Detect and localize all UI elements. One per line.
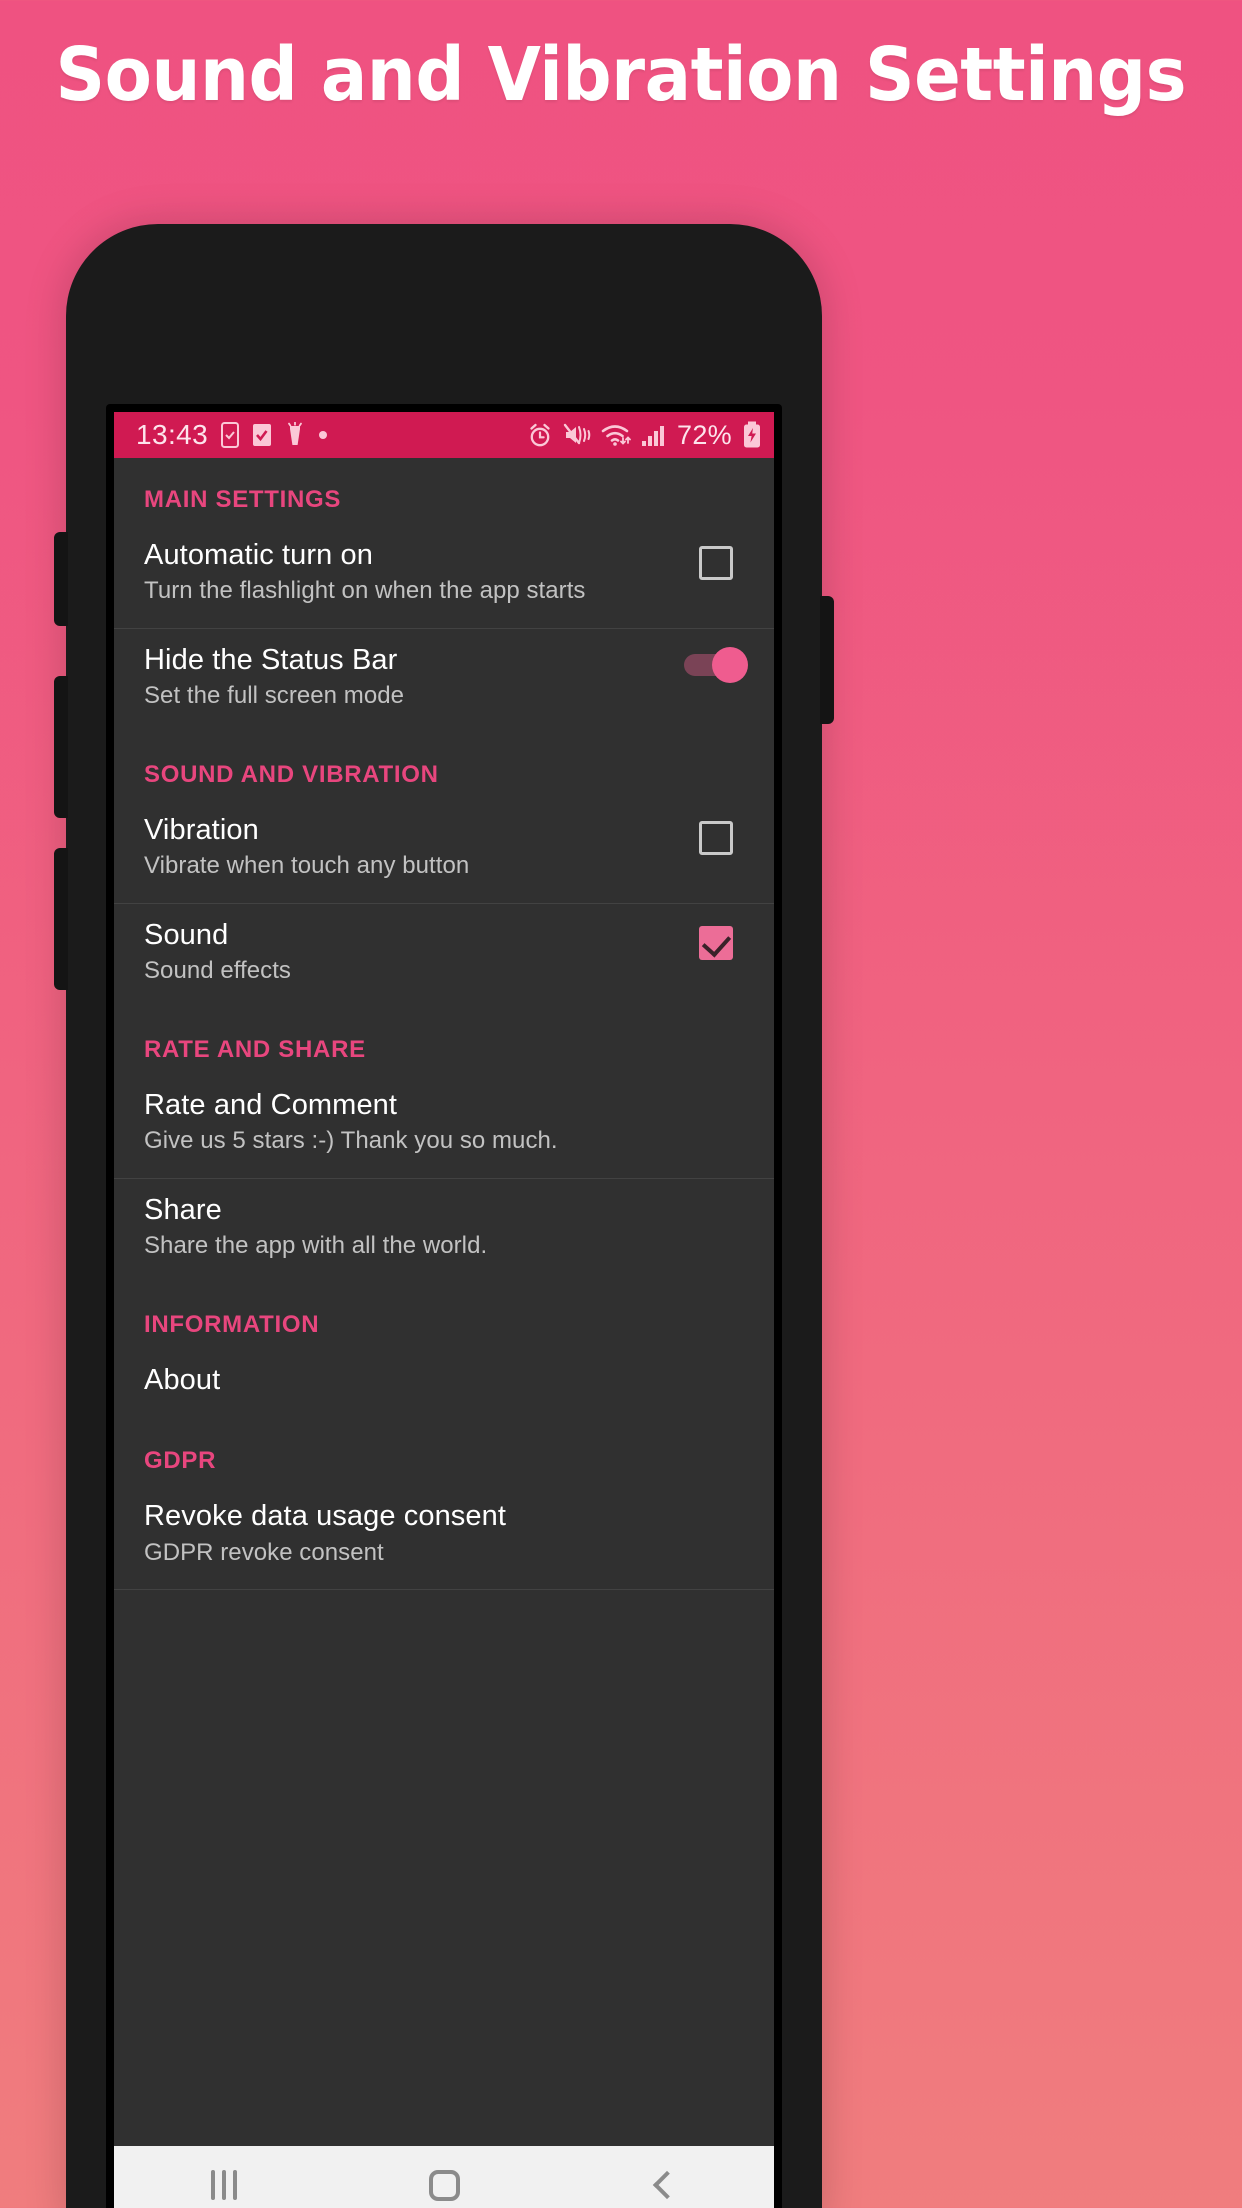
signal-bars-icon xyxy=(641,423,667,447)
page-title: Sound and Vibration Settings xyxy=(55,32,1187,118)
preference-row[interactable]: Automatic turn on Turn the flashlight on … xyxy=(114,524,774,628)
status-bar-left: 13:43 xyxy=(136,419,328,451)
preference-text: Share Share the app with all the world. xyxy=(144,1193,680,1261)
preference-control[interactable] xyxy=(680,918,752,961)
home-icon xyxy=(428,2169,460,2201)
preference-control xyxy=(680,1193,752,1201)
preference-summary: Turn the flashlight on when the app star… xyxy=(144,577,586,605)
preference-summary: Sound effects xyxy=(144,957,291,985)
toggle-switch[interactable] xyxy=(684,647,748,684)
volume-down-button[interactable] xyxy=(54,676,68,818)
preference-control xyxy=(680,1088,752,1096)
recents-button[interactable] xyxy=(114,2146,334,2208)
list-divider xyxy=(114,1589,774,1591)
screen-bezel: 13:43 72% MAIN SETTINGS Automatic turn o… xyxy=(106,404,782,2208)
volume-up-button[interactable] xyxy=(54,532,68,626)
preference-row[interactable]: Share Share the app with all the world. xyxy=(114,1179,774,1283)
preference-summary: GDPR revoke consent xyxy=(144,1538,384,1566)
preference-row[interactable]: Revoke data usage consent GDPR revoke con… xyxy=(114,1485,774,1589)
power-button[interactable] xyxy=(820,596,834,724)
alarm-icon xyxy=(527,422,553,448)
preference-summary: Set the full screen mode xyxy=(144,682,405,710)
status-clock: 13:43 xyxy=(136,419,209,450)
preference-control xyxy=(680,1363,752,1371)
section-header: INFORMATION xyxy=(144,1311,320,1339)
preference-title: Rate and Comment xyxy=(144,1089,398,1122)
section-header: MAIN SETTINGS xyxy=(144,486,342,513)
preference-control[interactable] xyxy=(680,538,752,580)
preference-title: About xyxy=(144,1364,221,1397)
preference-text: Revoke data usage consent GDPR revoke con… xyxy=(144,1499,680,1567)
preference-text: Vibration Vibrate when touch any button xyxy=(144,813,680,881)
settings-list[interactable]: MAIN SETTINGS Automatic turn on Turn the f… xyxy=(114,458,774,2146)
home-button[interactable] xyxy=(334,2146,554,2208)
checkbox-unchecked-icon[interactable] xyxy=(699,546,733,580)
phone-screen: 13:43 72% MAIN SETTINGS Automatic turn o… xyxy=(114,412,774,2208)
preference-control[interactable] xyxy=(680,643,752,684)
preference-title: Sound xyxy=(144,919,229,952)
wifi-icon xyxy=(601,423,631,447)
phone-mockup: 13:43 72% MAIN SETTINGS Automatic turn o… xyxy=(54,224,834,2208)
preference-title: Revoke data usage consent xyxy=(144,1500,507,1533)
preference-title: Share xyxy=(144,1194,222,1227)
status-bar: 13:43 72% xyxy=(114,412,774,458)
preference-control xyxy=(680,1499,752,1507)
promo-banner: Sound and Vibration Settings xyxy=(0,0,1242,150)
battery-percent-label: 72% xyxy=(677,419,732,450)
checkbox-unchecked-icon[interactable] xyxy=(699,821,733,856)
preference-summary: Give us 5 stars :-) Thank you so much. xyxy=(144,1127,558,1155)
preference-summary: Share the app with all the world. xyxy=(144,1232,488,1260)
sim-card-icon xyxy=(221,422,240,448)
preference-title: Hide the Status Bar xyxy=(144,644,398,677)
preference-text: Rate and Comment Give us 5 stars :-) Than… xyxy=(144,1088,680,1156)
preference-control[interactable] xyxy=(680,813,752,856)
preference-row[interactable]: Sound Sound effects xyxy=(114,904,774,1008)
recents-icon xyxy=(211,2170,237,2200)
flashlight-icon xyxy=(285,422,305,448)
toggle-thumb xyxy=(712,647,748,684)
mute-vibrate-icon xyxy=(563,423,591,447)
assistant-button[interactable] xyxy=(54,848,68,990)
preference-text: About xyxy=(144,1363,680,1397)
preference-title: Vibration xyxy=(144,814,259,847)
preference-title: Automatic turn on xyxy=(144,539,373,571)
android-navigation-bar xyxy=(114,2146,774,2208)
back-button[interactable] xyxy=(554,2146,774,2208)
preference-row[interactable]: About xyxy=(114,1349,774,1419)
preference-text: Automatic turn on Turn the flashlight on … xyxy=(144,538,680,606)
checkbox-notification-icon xyxy=(252,423,272,447)
preference-row[interactable]: Vibration Vibrate when touch any button xyxy=(114,799,774,903)
preference-summary: Vibrate when touch any button xyxy=(144,852,470,880)
battery-charging-icon xyxy=(742,421,762,449)
section-header: RATE AND SHARE xyxy=(144,1036,366,1064)
back-chevron-icon xyxy=(652,2170,682,2200)
dot-icon xyxy=(318,430,328,440)
section-header: GDPR xyxy=(144,1447,217,1475)
preference-row[interactable]: Rate and Comment Give us 5 stars :-) Than… xyxy=(114,1074,774,1178)
checkbox-checked-icon[interactable] xyxy=(699,926,733,961)
preference-text: Sound Sound effects xyxy=(144,918,680,986)
status-bar-right: 72% xyxy=(527,420,762,451)
preference-text: Hide the Status Bar Set the full screen m… xyxy=(144,643,680,711)
section-header: SOUND AND VIBRATION xyxy=(144,761,439,789)
preference-row[interactable]: Hide the Status Bar Set the full screen m… xyxy=(114,629,774,733)
